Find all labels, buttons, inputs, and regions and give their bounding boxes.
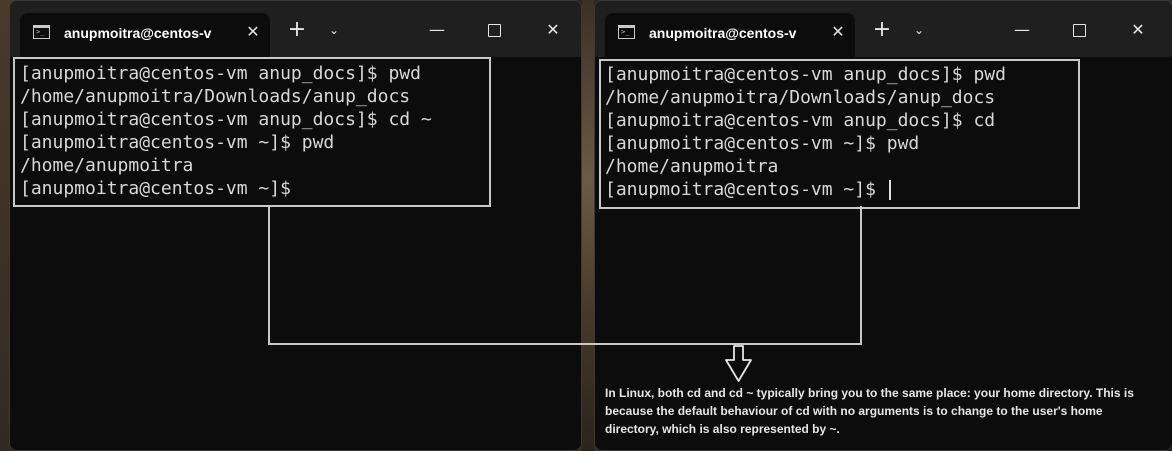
- title-bar: >_ anupmoitra@centos-v ✕ + ⌄ — ✕: [10, 1, 581, 57]
- terminal-line: [anupmoitra@centos-vm ~]$ pwd: [605, 133, 920, 154]
- terminal-window-right: >_ anupmoitra@centos-v ✕ + ⌄ — ✕ [anupmo…: [594, 0, 1172, 451]
- terminal-line: [anupmoitra@centos-vm anup_docs]$ pwd: [605, 64, 1006, 85]
- desktop-background: [582, 0, 594, 451]
- terminal-prompt: [anupmoitra@centos-vm ~]$: [605, 179, 887, 200]
- terminal-window-left: >_ anupmoitra@centos-v ✕ + ⌄ — ✕ [anupmo…: [9, 0, 582, 451]
- maximize-button[interactable]: [479, 15, 509, 45]
- tab-title: anupmoitra@centos-v: [64, 25, 212, 41]
- text-cursor: [888, 180, 891, 200]
- explanation-note: In Linux, both cd and cd ~ typically bri…: [605, 386, 1134, 436]
- terminal-tab[interactable]: >_ anupmoitra@centos-v ✕: [20, 13, 270, 57]
- terminal-output[interactable]: [anupmoitra@centos-vm anup_docs]$ pwd /h…: [10, 57, 581, 450]
- minimize-button[interactable]: —: [422, 15, 452, 45]
- tab-title: anupmoitra@centos-v: [649, 25, 797, 41]
- terminal-tab[interactable]: >_ anupmoitra@centos-v ✕: [605, 13, 855, 57]
- close-window-button[interactable]: ✕: [538, 15, 568, 45]
- terminal-line: [anupmoitra@centos-vm anup_docs]$ cd ~: [20, 109, 432, 130]
- terminal-line: /home/anupmoitra: [605, 156, 779, 177]
- terminal-prompt-line: [anupmoitra@centos-vm ~]$: [605, 178, 891, 201]
- maximize-icon: [1072, 24, 1086, 37]
- new-tab-button[interactable]: +: [282, 15, 312, 45]
- tab-dropdown-chevron-down-icon[interactable]: ⌄: [319, 15, 349, 45]
- maximize-icon: [487, 24, 501, 37]
- terminal-line: /home/anupmoitra/Downloads/anup_docs: [605, 87, 996, 108]
- tab-dropdown-chevron-down-icon[interactable]: ⌄: [904, 15, 934, 45]
- terminal-output[interactable]: [anupmoitra@centos-vm anup_docs]$ pwd /h…: [595, 57, 1172, 450]
- terminal-icon: >_: [33, 25, 50, 39]
- tab-close-icon[interactable]: ✕: [242, 21, 264, 43]
- terminal-line: [anupmoitra@centos-vm ~]$ pwd: [20, 132, 335, 153]
- terminal-line: /home/anupmoitra: [20, 155, 194, 176]
- minimize-button[interactable]: —: [1007, 15, 1037, 45]
- terminal-line: [anupmoitra@centos-vm ~]$: [20, 178, 291, 199]
- tab-close-icon[interactable]: ✕: [827, 21, 849, 43]
- title-bar: >_ anupmoitra@centos-v ✕ + ⌄ — ✕: [595, 1, 1172, 57]
- terminal-line: /home/anupmoitra/Downloads/anup_docs: [20, 86, 411, 107]
- close-window-button[interactable]: ✕: [1123, 15, 1153, 45]
- new-tab-button[interactable]: +: [867, 15, 897, 45]
- terminal-line: [anupmoitra@centos-vm anup_docs]$ pwd: [20, 63, 421, 84]
- maximize-button[interactable]: [1064, 15, 1094, 45]
- terminal-icon: >_: [618, 25, 635, 39]
- terminal-line: [anupmoitra@centos-vm anup_docs]$ cd: [605, 110, 996, 131]
